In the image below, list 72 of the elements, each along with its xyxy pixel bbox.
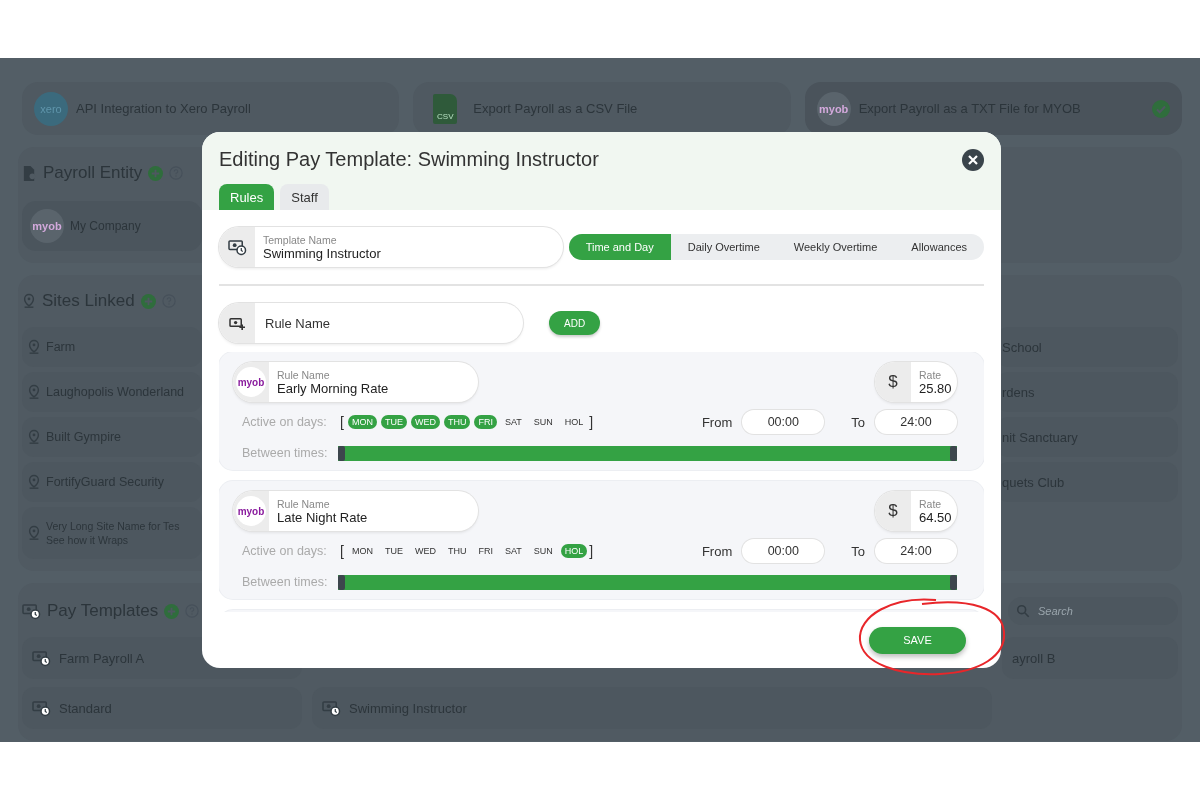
bracket: ] <box>589 414 594 430</box>
myob-logo: myob <box>816 91 851 126</box>
add-icon[interactable] <box>148 165 164 181</box>
tab[interactable]: Staff <box>280 184 329 210</box>
myob-logo: myob <box>236 496 266 526</box>
day-toggle[interactable]: TUE <box>380 415 407 429</box>
day-toggle[interactable]: SAT <box>500 415 526 429</box>
save-button[interactable]: SAVE <box>869 626 966 654</box>
csv-file-icon: CSV <box>433 93 458 124</box>
rate-field[interactable]: $ Rate 25.80 <box>875 362 957 402</box>
map-pin-icon <box>27 428 41 446</box>
add-icon[interactable] <box>164 603 180 619</box>
file-pin-icon <box>22 164 37 182</box>
map-pin-icon <box>27 473 41 491</box>
from-label: From <box>701 543 733 559</box>
time-range-slider[interactable] <box>338 574 957 590</box>
money-clock-icon <box>322 699 341 717</box>
myob-logo: myob <box>30 209 64 243</box>
search-field[interactable]: Search <box>1008 597 1178 625</box>
day-toggle[interactable]: HOL <box>560 544 588 558</box>
day-toggle[interactable]: SAT <box>500 544 526 558</box>
map-pin-icon <box>27 338 41 356</box>
bracket: ] <box>589 543 594 559</box>
bracket: [ <box>340 414 344 430</box>
day-toggle[interactable]: TUE <box>380 544 407 558</box>
day-toggle[interactable]: MON <box>347 544 377 558</box>
days-label: Active on days: <box>242 415 328 429</box>
map-pin-icon <box>27 383 41 401</box>
rule-type-tab[interactable]: Weekly Overtime <box>776 234 895 260</box>
time-range-slider[interactable] <box>338 445 957 461</box>
tab[interactable]: Rules <box>219 184 275 210</box>
day-toggle[interactable]: MON <box>347 415 377 429</box>
map-pin-icon <box>27 524 41 542</box>
day-toggle[interactable]: WED <box>410 544 440 558</box>
day-toggle[interactable]: HOL <box>560 415 588 429</box>
rule-type-tab[interactable]: Time and Day <box>568 234 671 260</box>
to-time-field[interactable]: 24:00 <box>875 410 957 434</box>
day-toggle[interactable]: THU <box>443 544 471 558</box>
day-toggle[interactable]: FRI <box>474 544 497 558</box>
template-name-field[interactable]: Template Name Swimming Instructor <box>219 227 563 267</box>
times-label: Between times: <box>242 575 329 589</box>
from-time-field[interactable]: 00:00 <box>742 410 825 434</box>
times-label: Between times: <box>242 446 329 460</box>
dialog-title: Editing Pay Template: Swimming Instructor <box>219 148 599 171</box>
from-time-field[interactable]: 00:00 <box>742 539 825 563</box>
add-icon[interactable] <box>140 293 156 309</box>
to-label: To <box>851 543 865 559</box>
rule-type-tab[interactable]: Allowances <box>894 234 984 260</box>
rule-name-input[interactable]: Rule Name <box>255 303 523 343</box>
rule-type-tab[interactable]: Daily Overtime <box>670 234 777 260</box>
to-time-field[interactable]: 24:00 <box>875 539 957 563</box>
day-toggle[interactable]: SUN <box>529 544 557 558</box>
from-label: From <box>701 414 733 430</box>
day-toggle[interactable]: SUN <box>529 415 557 429</box>
money-clock-icon <box>22 602 41 620</box>
rate-field[interactable]: $ Rate 64.50 <box>875 491 957 531</box>
days-label: Active on days: <box>242 544 328 558</box>
close-icon[interactable] <box>962 148 984 171</box>
money-clock-icon <box>32 699 51 717</box>
add-button[interactable]: ADD <box>549 311 601 335</box>
check-icon <box>1152 99 1170 118</box>
to-label: To <box>851 414 865 430</box>
money-clock-icon <box>32 649 51 667</box>
myob-logo: myob <box>236 367 266 397</box>
money-clock-icon <box>227 238 247 256</box>
day-toggle[interactable]: THU <box>443 415 471 429</box>
day-toggle[interactable]: WED <box>410 415 440 429</box>
search-icon <box>1016 604 1030 618</box>
bracket: [ <box>340 543 344 559</box>
money-plus-icon <box>228 315 246 331</box>
day-toggle[interactable]: FRI <box>474 415 497 429</box>
map-pin-icon <box>22 292 36 310</box>
